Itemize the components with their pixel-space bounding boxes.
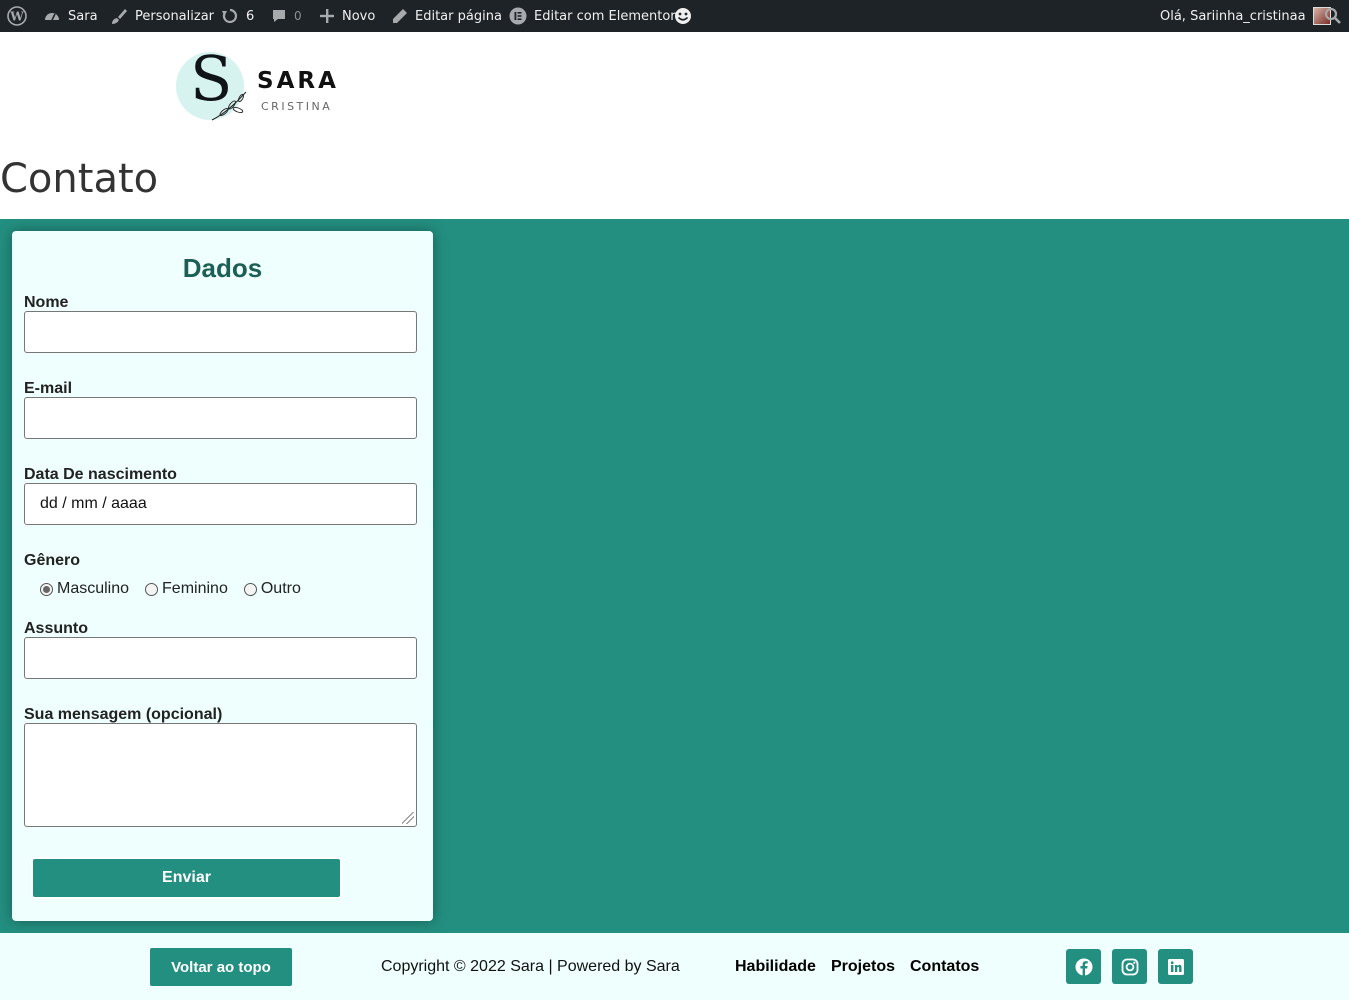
linkedin-icon: [1167, 958, 1184, 975]
updates-count: 6: [246, 8, 255, 24]
search-icon: [1324, 7, 1342, 25]
gender-option-label: Feminino: [162, 580, 228, 597]
gender-label: Gênero: [24, 552, 81, 569]
admin-search-button[interactable]: [1324, 0, 1342, 32]
gender-option-label: Outro: [260, 580, 301, 597]
admin-bar: W Sara Personalizar 6 0 Novo Editar pági…: [0, 0, 1349, 32]
page-title: Contato: [0, 156, 159, 202]
gender-option-label: Masculino: [57, 580, 130, 597]
facebook-icon: [1075, 958, 1092, 976]
message-label: Sua mensagem (opcional): [24, 706, 223, 723]
name-label: Nome: [24, 294, 69, 311]
gender-option-masculino[interactable]: Masculino: [40, 580, 129, 598]
svg-text:W: W: [9, 10, 24, 24]
name-input[interactable]: [24, 311, 417, 353]
site-name-label: Sara: [68, 8, 98, 24]
birthdate-input[interactable]: dd / mm / aaaa: [24, 483, 417, 525]
subject-input[interactable]: [24, 637, 417, 679]
resize-handle[interactable]: [402, 812, 414, 824]
subject-label: Assunto: [24, 620, 88, 637]
radio-outro[interactable]: [243, 582, 257, 596]
site-footer: Voltar ao topo Copyright © 2022 Sara | P…: [0, 933, 1349, 1000]
updates-button[interactable]: 6: [221, 0, 254, 32]
paintbrush-icon: [110, 7, 128, 25]
contact-section: Dados Nome E-mail Data De nascimento dd …: [0, 219, 1349, 933]
linkedin-button[interactable]: [1158, 949, 1193, 984]
logo-subtitle: CRISTINA: [261, 100, 333, 113]
back-to-top-button[interactable]: Voltar ao topo: [150, 948, 292, 986]
instagram-button[interactable]: [1112, 949, 1147, 984]
gender-option-feminino[interactable]: Feminino: [145, 580, 228, 598]
copyright-text: Copyright © 2022 Sara | Powered by Sara: [381, 958, 680, 975]
submit-button[interactable]: Enviar: [33, 859, 340, 897]
site-logo[interactable]: S SARA CRISTINA: [174, 48, 344, 126]
message-textarea[interactable]: [24, 723, 417, 827]
edit-page-label: Editar página: [415, 8, 502, 24]
dashboard-icon: [43, 7, 61, 25]
email-label: E-mail: [24, 380, 73, 397]
radio-feminino[interactable]: [145, 582, 159, 596]
smiley-icon: [674, 7, 692, 25]
site-name-menu[interactable]: Sara: [43, 0, 98, 32]
radio-masculino[interactable]: [40, 582, 53, 596]
edit-elementor-button[interactable]: Editar com Elementor: [509, 0, 676, 32]
footer-link-contatos[interactable]: Contatos: [910, 958, 979, 976]
plugin-menu-button[interactable]: [674, 0, 692, 32]
birthdate-label: Data De nascimento: [24, 466, 177, 483]
new-content-button[interactable]: Novo: [319, 0, 375, 32]
elementor-icon: [509, 7, 527, 25]
refresh-icon: [221, 7, 239, 25]
comments-count: 0: [294, 9, 302, 23]
instagram-icon: [1121, 958, 1138, 975]
logo-name: SARA: [257, 68, 339, 94]
pencil-icon: [392, 8, 408, 24]
plus-icon: [319, 8, 335, 24]
edit-page-button[interactable]: Editar página: [392, 0, 502, 32]
facebook-button[interactable]: [1066, 949, 1101, 984]
footer-link-habilidade[interactable]: Habilidade: [735, 958, 816, 976]
email-input[interactable]: [24, 397, 417, 439]
comment-icon: [271, 8, 287, 24]
gender-radio-group: Masculino Feminino Outro: [40, 580, 317, 598]
form-title: Dados: [182, 253, 263, 283]
birthdate-placeholder: dd / mm / aaaa: [40, 495, 147, 512]
footer-link-projetos[interactable]: Projetos: [831, 958, 895, 976]
greeting-label: Olá, Sariinha_cristinaa: [1160, 8, 1306, 24]
wordpress-icon: W: [7, 6, 27, 26]
wordpress-logo-button[interactable]: W: [7, 0, 27, 32]
comments-button[interactable]: 0: [271, 0, 302, 32]
account-menu[interactable]: Olá, Sariinha_cristinaa: [1160, 0, 1331, 32]
contact-form: Dados Nome E-mail Data De nascimento dd …: [12, 231, 433, 921]
leaf-branch-icon: [211, 91, 247, 121]
new-content-label: Novo: [342, 8, 376, 24]
gender-option-outro[interactable]: Outro: [243, 580, 301, 598]
customize-label: Personalizar: [135, 8, 215, 24]
customize-button[interactable]: Personalizar: [110, 0, 214, 32]
edit-elementor-label: Editar com Elementor: [534, 8, 676, 24]
